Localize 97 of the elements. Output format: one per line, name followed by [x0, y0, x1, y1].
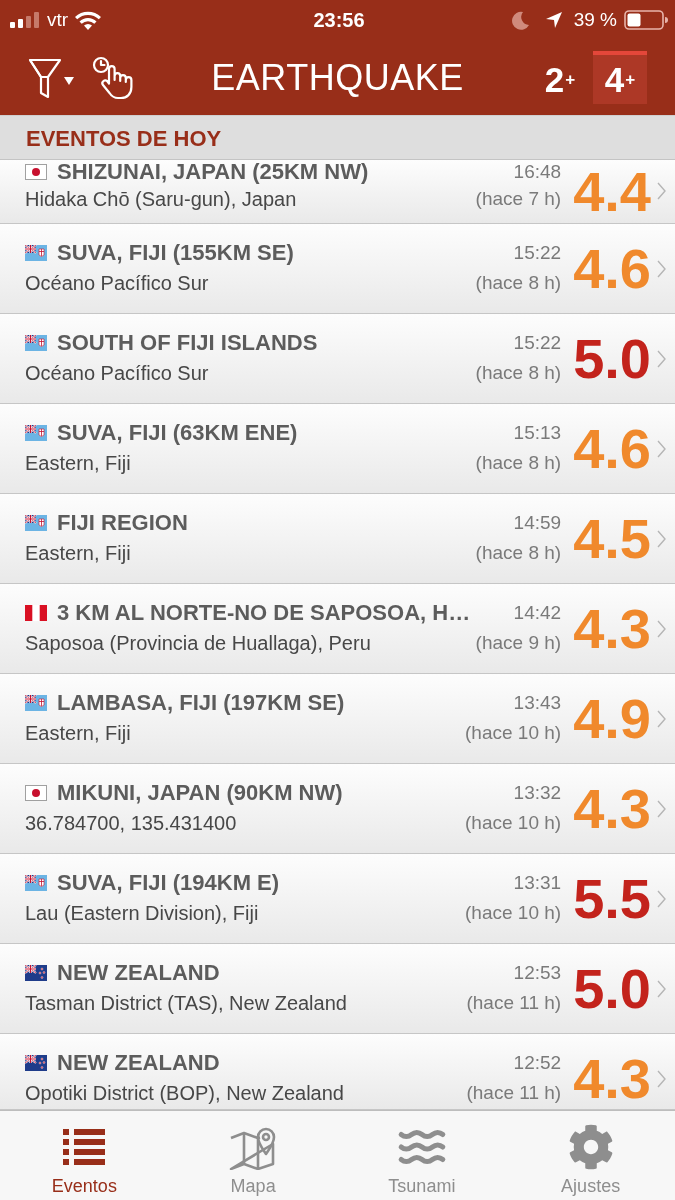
- event-location: Lau (Eastern Division), Fiji: [25, 901, 260, 926]
- event-title: MIKUNI, JAPAN (90KM NW): [57, 780, 343, 806]
- new-zealand-flag-icon: [25, 965, 47, 981]
- event-title: SUVA, FIJI (63KM ENE): [57, 420, 298, 446]
- event-elapsed: (hace 10 h): [465, 721, 562, 745]
- event-title: NEW ZEALAND: [57, 960, 220, 986]
- filter-icon: [28, 56, 62, 99]
- battery-percentage: 39 %: [573, 9, 617, 31]
- event-title: SUVA, FIJI (155KM SE): [57, 240, 294, 266]
- filter-button[interactable]: [28, 56, 74, 99]
- app-title: EARTHQUAKE: [211, 56, 464, 99]
- event-location: 36.784700, 135.431400: [25, 811, 238, 836]
- section-title: EVENTOS DE HOY: [26, 126, 222, 152]
- magnitude-filter-toggle[interactable]: 4$^{+}$: [593, 51, 647, 104]
- carrier-name: vtr: [47, 9, 69, 31]
- fiji-flag-icon: [25, 515, 47, 531]
- event-location: Saposoa (Provincia de Huallaga), Peru: [25, 631, 372, 656]
- event-time: 14:59: [513, 511, 562, 535]
- event-title: SUVA, FIJI (194KM E): [57, 870, 280, 896]
- event-magnitude: 4.3: [573, 1051, 651, 1107]
- event-time: 13:43: [513, 691, 562, 715]
- event-magnitude: 4.3: [573, 781, 651, 837]
- event-location: Océano Pacífico Sur: [25, 271, 210, 296]
- event-time: 12:53: [513, 961, 562, 985]
- chevron-right-icon: [657, 800, 666, 818]
- event-time: 13:31: [513, 871, 562, 895]
- event-title: SOUTH OF FIJI ISLANDS: [57, 330, 318, 356]
- chevron-right-icon: [657, 980, 666, 998]
- event-elapsed: (hace 11 h): [466, 991, 562, 1015]
- event-magnitude: 5.0: [573, 961, 651, 1017]
- event-title: 3 KM AL NORTE-NO DE SAPOSOA, H…: [57, 600, 471, 626]
- new-zealand-flag-icon: [25, 1055, 47, 1071]
- location-arrow-icon: [544, 11, 563, 29]
- fiji-flag-icon: [25, 695, 47, 711]
- hand-clock-icon: [92, 55, 136, 100]
- event-time: 15:13: [513, 421, 562, 445]
- event-title: LAMBASA, FIJI (197KM SE): [57, 690, 345, 716]
- chevron-right-icon: [657, 260, 666, 278]
- event-location: Eastern, Fiji: [25, 451, 132, 476]
- chevron-right-icon: [657, 710, 666, 728]
- fiji-flag-icon: [25, 335, 47, 351]
- event-title: NEW ZEALAND: [57, 1050, 220, 1076]
- event-time: 15:22: [513, 331, 562, 355]
- event-time: 14:42: [513, 601, 562, 625]
- event-magnitude: 4.6: [573, 421, 651, 477]
- event-elapsed: (hace 8 h): [475, 451, 562, 475]
- wifi-icon: [75, 10, 102, 30]
- event-location: Hidaka Chō (Saru-gun), Japan: [25, 187, 298, 212]
- japan-flag-icon: [25, 164, 47, 180]
- event-magnitude: 4.3: [573, 601, 651, 657]
- chevron-right-icon: [657, 530, 666, 548]
- event-location: Eastern, Fiji: [25, 541, 132, 566]
- event-location: Océano Pacífico Sur: [25, 361, 210, 386]
- event-title: FIJI REGION: [57, 510, 188, 536]
- event-magnitude: 4.6: [573, 241, 651, 297]
- event-magnitude: 4.5: [573, 511, 651, 567]
- chevron-right-icon: [657, 1070, 666, 1088]
- event-elapsed: (hace 8 h): [475, 361, 562, 385]
- chevron-right-icon: [657, 440, 666, 458]
- caret-icon: [64, 76, 74, 85]
- event-magnitude: 5.5: [573, 871, 651, 927]
- event-elapsed: (hace 8 h): [475, 541, 562, 565]
- magnitude-filter-toggle[interactable]: 2$^{+}$: [533, 51, 587, 104]
- event-time: 12:52: [513, 1051, 562, 1075]
- fiji-flag-icon: [25, 245, 47, 261]
- tab-bar-item[interactable]: Eventos: [0, 1111, 169, 1200]
- hand-clock-button[interactable]: [92, 55, 136, 100]
- fiji-flag-icon: [25, 425, 47, 441]
- event-location: Eastern, Fiji: [25, 721, 132, 746]
- battery-icon: [624, 10, 668, 30]
- list-icon: [63, 1129, 106, 1165]
- event-magnitude: 4.9: [573, 691, 651, 747]
- event-location: Tasman District (TAS), New Zealand: [25, 991, 348, 1016]
- settings-icon: [567, 1124, 614, 1170]
- signal-bars-icon: [10, 12, 40, 28]
- event-elapsed: (hace 7 h): [475, 187, 562, 211]
- event-elapsed: (hace 10 h): [465, 811, 562, 835]
- event-elapsed: (hace 10 h): [465, 901, 562, 925]
- fiji-flag-icon: [25, 875, 47, 891]
- japan-flag-icon: [25, 785, 47, 801]
- event-location: Opotiki District (BOP), New Zealand: [25, 1081, 345, 1106]
- moon-icon: [511, 10, 530, 30]
- clock-time: 23:56: [313, 8, 365, 32]
- peru-flag-icon: [25, 605, 47, 621]
- event-time: 16:48: [513, 160, 562, 184]
- event-elapsed: (hace 8 h): [475, 271, 562, 295]
- event-elapsed: (hace 9 h): [475, 631, 562, 655]
- event-magnitude: 5.0: [573, 331, 651, 387]
- event-title: SHIZUNAI, JAPAN (25KM NW): [57, 160, 369, 185]
- chevron-right-icon: [657, 890, 666, 908]
- chevron-right-icon: [657, 620, 666, 638]
- event-time: 15:22: [513, 241, 562, 265]
- chevron-right-icon: [657, 350, 666, 368]
- event-magnitude: 4.4: [573, 164, 651, 220]
- chevron-right-icon: [657, 182, 666, 200]
- event-time: 13:32: [513, 781, 562, 805]
- event-elapsed: (hace 11 h): [466, 1081, 562, 1105]
